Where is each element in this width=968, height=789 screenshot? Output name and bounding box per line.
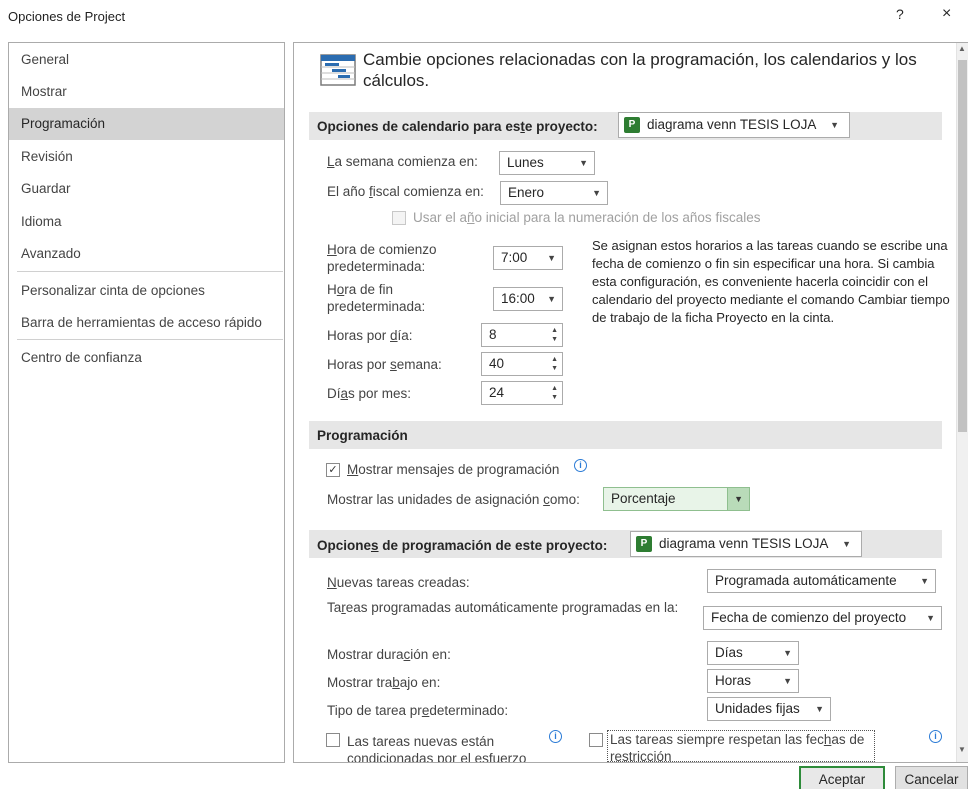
time-settings-description: Se asignan estos horarios a las tareas c… xyxy=(592,238,950,325)
close-icon[interactable]: × xyxy=(942,5,951,23)
fiscal-year-value: Enero xyxy=(508,185,545,200)
chevron-down-icon: ▼ xyxy=(926,613,935,623)
scheduling-section-title: Programación xyxy=(317,428,408,443)
chevron-down-icon: ▼ xyxy=(734,494,743,504)
days-per-month-label: Días por mes: xyxy=(327,386,412,401)
options-nav: General Mostrar Programación Revisión Gu… xyxy=(8,42,285,763)
fiscal-year-select[interactable]: Enero ▼ xyxy=(500,181,608,205)
scroll-down-icon[interactable]: ▼ xyxy=(956,745,968,759)
window-title: Opciones de Project xyxy=(8,9,126,24)
effort-driven-checkbox[interactable] xyxy=(326,733,340,747)
new-tasks-label: Nuevas tareas creadas: xyxy=(327,575,470,590)
show-scheduling-messages-checkbox[interactable]: ✓ xyxy=(326,463,340,477)
default-end-time-select[interactable]: 16:00 ▼ xyxy=(493,287,563,311)
scroll-up-icon[interactable]: ▲ xyxy=(956,44,968,58)
info-icon[interactable]: i xyxy=(929,730,942,743)
nav-item-avanzado[interactable]: Avanzado xyxy=(9,238,284,270)
scheduling-project-select[interactable]: P diagrama venn TESIS LOJA ▼ xyxy=(630,531,862,557)
week-start-select[interactable]: Lunes ▼ xyxy=(499,151,595,175)
calendar-project-select[interactable]: P diagrama venn TESIS LOJA ▼ xyxy=(618,112,850,138)
scheduling-project-value: diagrama venn TESIS LOJA xyxy=(659,536,829,551)
chevron-down-icon: ▼ xyxy=(783,648,792,658)
hours-per-week-spinner[interactable]: 40 ▲ ▼ xyxy=(481,352,563,376)
nav-divider xyxy=(17,271,283,272)
auto-scheduled-label: Tareas programadas automáticamente progr… xyxy=(327,600,679,615)
title-bar xyxy=(0,0,968,34)
nav-item-programacion[interactable]: Programación xyxy=(9,108,284,140)
calendar-section-title: Opciones de calendario para este proyect… xyxy=(317,119,598,134)
nav-item-idioma[interactable]: Idioma xyxy=(9,206,284,238)
assignment-units-value: Porcentaje xyxy=(611,491,676,506)
fiscal-start-year-label: Usar el año inicial para la numeración d… xyxy=(413,210,761,225)
show-duration-value: Días xyxy=(715,645,743,660)
nav-divider xyxy=(17,339,283,340)
chevron-down-icon: ▼ xyxy=(579,158,588,168)
new-tasks-select[interactable]: Programada automáticamente ▼ xyxy=(707,569,936,593)
info-icon[interactable]: i xyxy=(549,730,562,743)
ok-button[interactable]: Aceptar xyxy=(799,766,885,789)
nav-item-mostrar[interactable]: Mostrar xyxy=(9,76,284,108)
chevron-down-icon: ▼ xyxy=(592,188,601,198)
schedule-gantt-icon xyxy=(320,54,356,86)
respect-constraints-checkbox[interactable] xyxy=(589,733,603,747)
default-task-type-value: Unidades fijas xyxy=(715,701,800,716)
cancel-button[interactable]: Cancelar xyxy=(895,766,968,789)
days-per-month-spinner[interactable]: 24 ▲ ▼ xyxy=(481,381,563,405)
show-work-select[interactable]: Horas ▼ xyxy=(707,669,799,693)
chevron-down-icon: ▼ xyxy=(783,676,792,686)
days-per-month-value: 24 xyxy=(489,385,505,400)
hours-per-week-label: Horas por semana: xyxy=(327,357,442,372)
show-scheduling-messages-label: Mostrar mensajes de programación xyxy=(347,462,560,477)
chevron-down-icon: ▼ xyxy=(920,576,929,586)
auto-scheduled-value: Fecha de comienzo del proyecto xyxy=(711,610,907,625)
hours-per-day-label: Horas por día: xyxy=(327,328,413,343)
default-end-time-label: Hora de fin predeterminada: xyxy=(327,282,426,314)
effort-driven-label: Las tareas nuevas están condicionadas po… xyxy=(347,734,527,762)
spinner-arrows-icon[interactable]: ▲ ▼ xyxy=(551,384,558,402)
show-duration-select[interactable]: Días ▼ xyxy=(707,641,799,665)
new-tasks-value: Programada automáticamente xyxy=(715,573,897,588)
hours-per-week-value: 40 xyxy=(489,356,505,371)
nav-item-barra-acceso-rapido[interactable]: Barra de herramientas de acceso rápido xyxy=(9,307,284,339)
info-icon[interactable]: i xyxy=(574,459,587,472)
nav-item-guardar[interactable]: Guardar xyxy=(9,173,284,205)
spinner-arrows-icon[interactable]: ▲ ▼ xyxy=(551,355,558,373)
default-start-time-label: Hora de comienzo predeterminada: xyxy=(327,242,437,274)
show-work-value: Horas xyxy=(715,673,752,688)
spinner-arrows-icon[interactable]: ▲ ▼ xyxy=(551,326,558,344)
fiscal-year-label: El año fiscal comienza en: xyxy=(327,184,484,199)
chevron-down-icon: ▼ xyxy=(830,120,839,130)
project-scheduling-section-title: Opciones de programación de este proyect… xyxy=(317,538,608,553)
nav-item-revision[interactable]: Revisión xyxy=(9,141,284,173)
show-duration-label: Mostrar duración en: xyxy=(327,647,451,662)
assignment-units-label: Mostrar las unidades de asignación como: xyxy=(327,492,580,507)
chevron-down-icon: ▼ xyxy=(547,294,556,304)
default-start-time-value: 7:00 xyxy=(501,250,528,265)
default-end-time-value: 16:00 xyxy=(501,291,535,306)
scroll-thumb[interactable] xyxy=(958,60,967,432)
fiscal-start-year-checkbox[interactable] xyxy=(392,211,406,225)
default-task-type-label: Tipo de tarea predeterminado: xyxy=(327,703,509,718)
assignment-units-select[interactable]: Porcentaje ▼ xyxy=(603,487,750,511)
week-start-label: La semana comienza en: xyxy=(327,154,478,169)
default-start-time-select[interactable]: 7:00 ▼ xyxy=(493,246,563,270)
chevron-down-icon: ▼ xyxy=(842,539,851,549)
chevron-down-icon: ▼ xyxy=(547,253,556,263)
auto-scheduled-select[interactable]: Fecha de comienzo del proyecto ▼ xyxy=(703,606,942,630)
nav-item-general[interactable]: General xyxy=(9,44,284,76)
page-header-text: Cambie opciones relacionadas con la prog… xyxy=(363,50,917,90)
show-work-label: Mostrar trabajo en: xyxy=(327,675,441,690)
help-icon[interactable]: ? xyxy=(896,6,904,22)
project-file-icon: P xyxy=(624,117,640,133)
calendar-project-value: diagrama venn TESIS LOJA xyxy=(647,117,817,132)
hours-per-day-value: 8 xyxy=(489,327,497,342)
chevron-down-icon: ▼ xyxy=(815,704,824,714)
nav-item-personalizar-cinta[interactable]: Personalizar cinta de opciones xyxy=(9,275,284,307)
project-file-icon: P xyxy=(636,536,652,552)
week-start-value: Lunes xyxy=(507,155,544,170)
hours-per-day-spinner[interactable]: 8 ▲ ▼ xyxy=(481,323,563,347)
nav-item-centro-confianza[interactable]: Centro de confianza xyxy=(9,342,284,374)
respect-constraints-label: Las tareas siempre respetan las fechas d… xyxy=(607,730,875,762)
default-task-type-select[interactable]: Unidades fijas ▼ xyxy=(707,697,831,721)
